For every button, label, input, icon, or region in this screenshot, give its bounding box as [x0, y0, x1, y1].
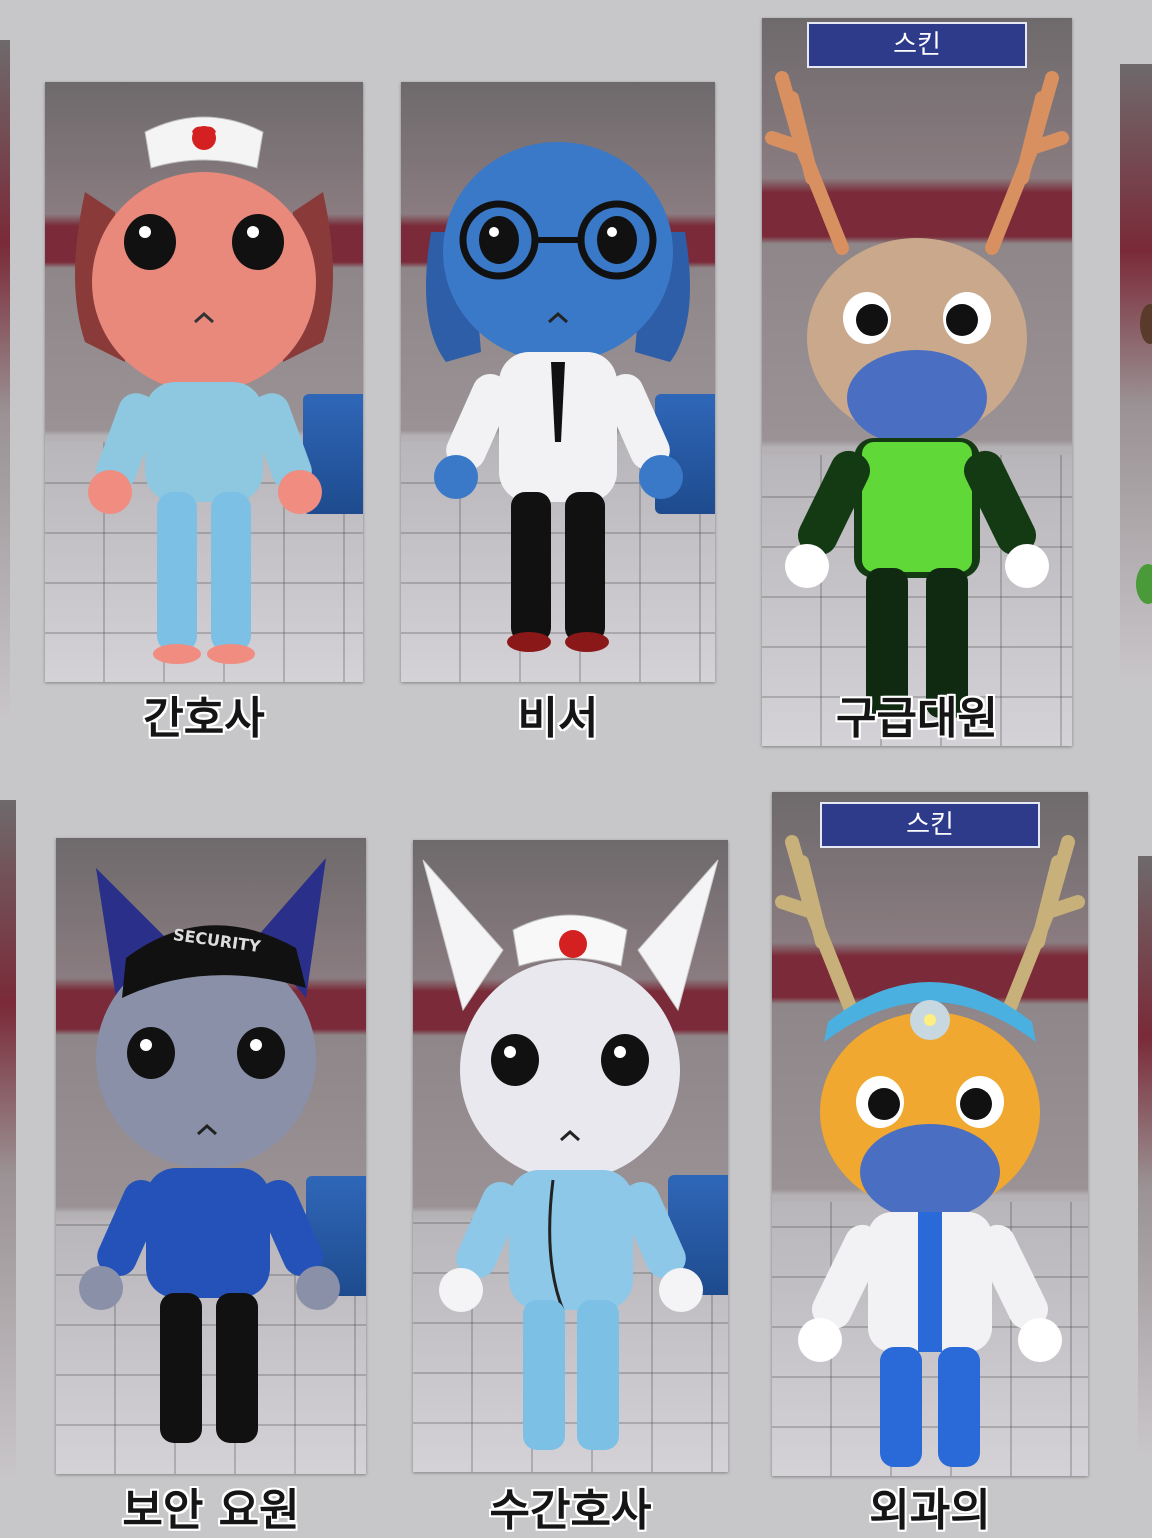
character-card-paramedic[interactable]: 스킨 [762, 18, 1072, 746]
character-name-nurse: 간호사 [143, 693, 265, 744]
skin-badge: 스킨 [807, 22, 1027, 68]
character-card-secretary[interactable] [401, 82, 715, 682]
character-name-surgeon: 외과의 [869, 1485, 991, 1536]
partial-card-right-bottom[interactable] [1138, 856, 1152, 1456]
character-card-nurse[interactable] [45, 82, 363, 682]
security-character-image: SECURITY [79, 858, 340, 1443]
character-name-paramedic: 구급대원 [836, 693, 998, 744]
nurse-character-image [75, 116, 333, 664]
partial-card-left-top[interactable] [0, 40, 10, 720]
head-nurse-character-image [422, 859, 719, 1450]
secretary-character-image [426, 142, 690, 652]
character-card-security[interactable]: SECURITY [56, 838, 366, 1474]
character-card-head-nurse[interactable] [413, 840, 728, 1472]
character-name-secretary: 비서 [517, 693, 599, 744]
character-card-surgeon[interactable]: 스킨 [772, 792, 1088, 1476]
skin-badge: 스킨 [820, 802, 1040, 848]
character-name-security: 보안 요원 [122, 1485, 300, 1536]
character-name-head-nurse: 수간호사 [489, 1485, 652, 1536]
partial-card-left-bottom[interactable] [0, 800, 16, 1480]
partial-card-right-top[interactable] [1120, 64, 1152, 684]
paramedic-character-image [765, 71, 1069, 718]
surgeon-character-image [775, 835, 1085, 1467]
